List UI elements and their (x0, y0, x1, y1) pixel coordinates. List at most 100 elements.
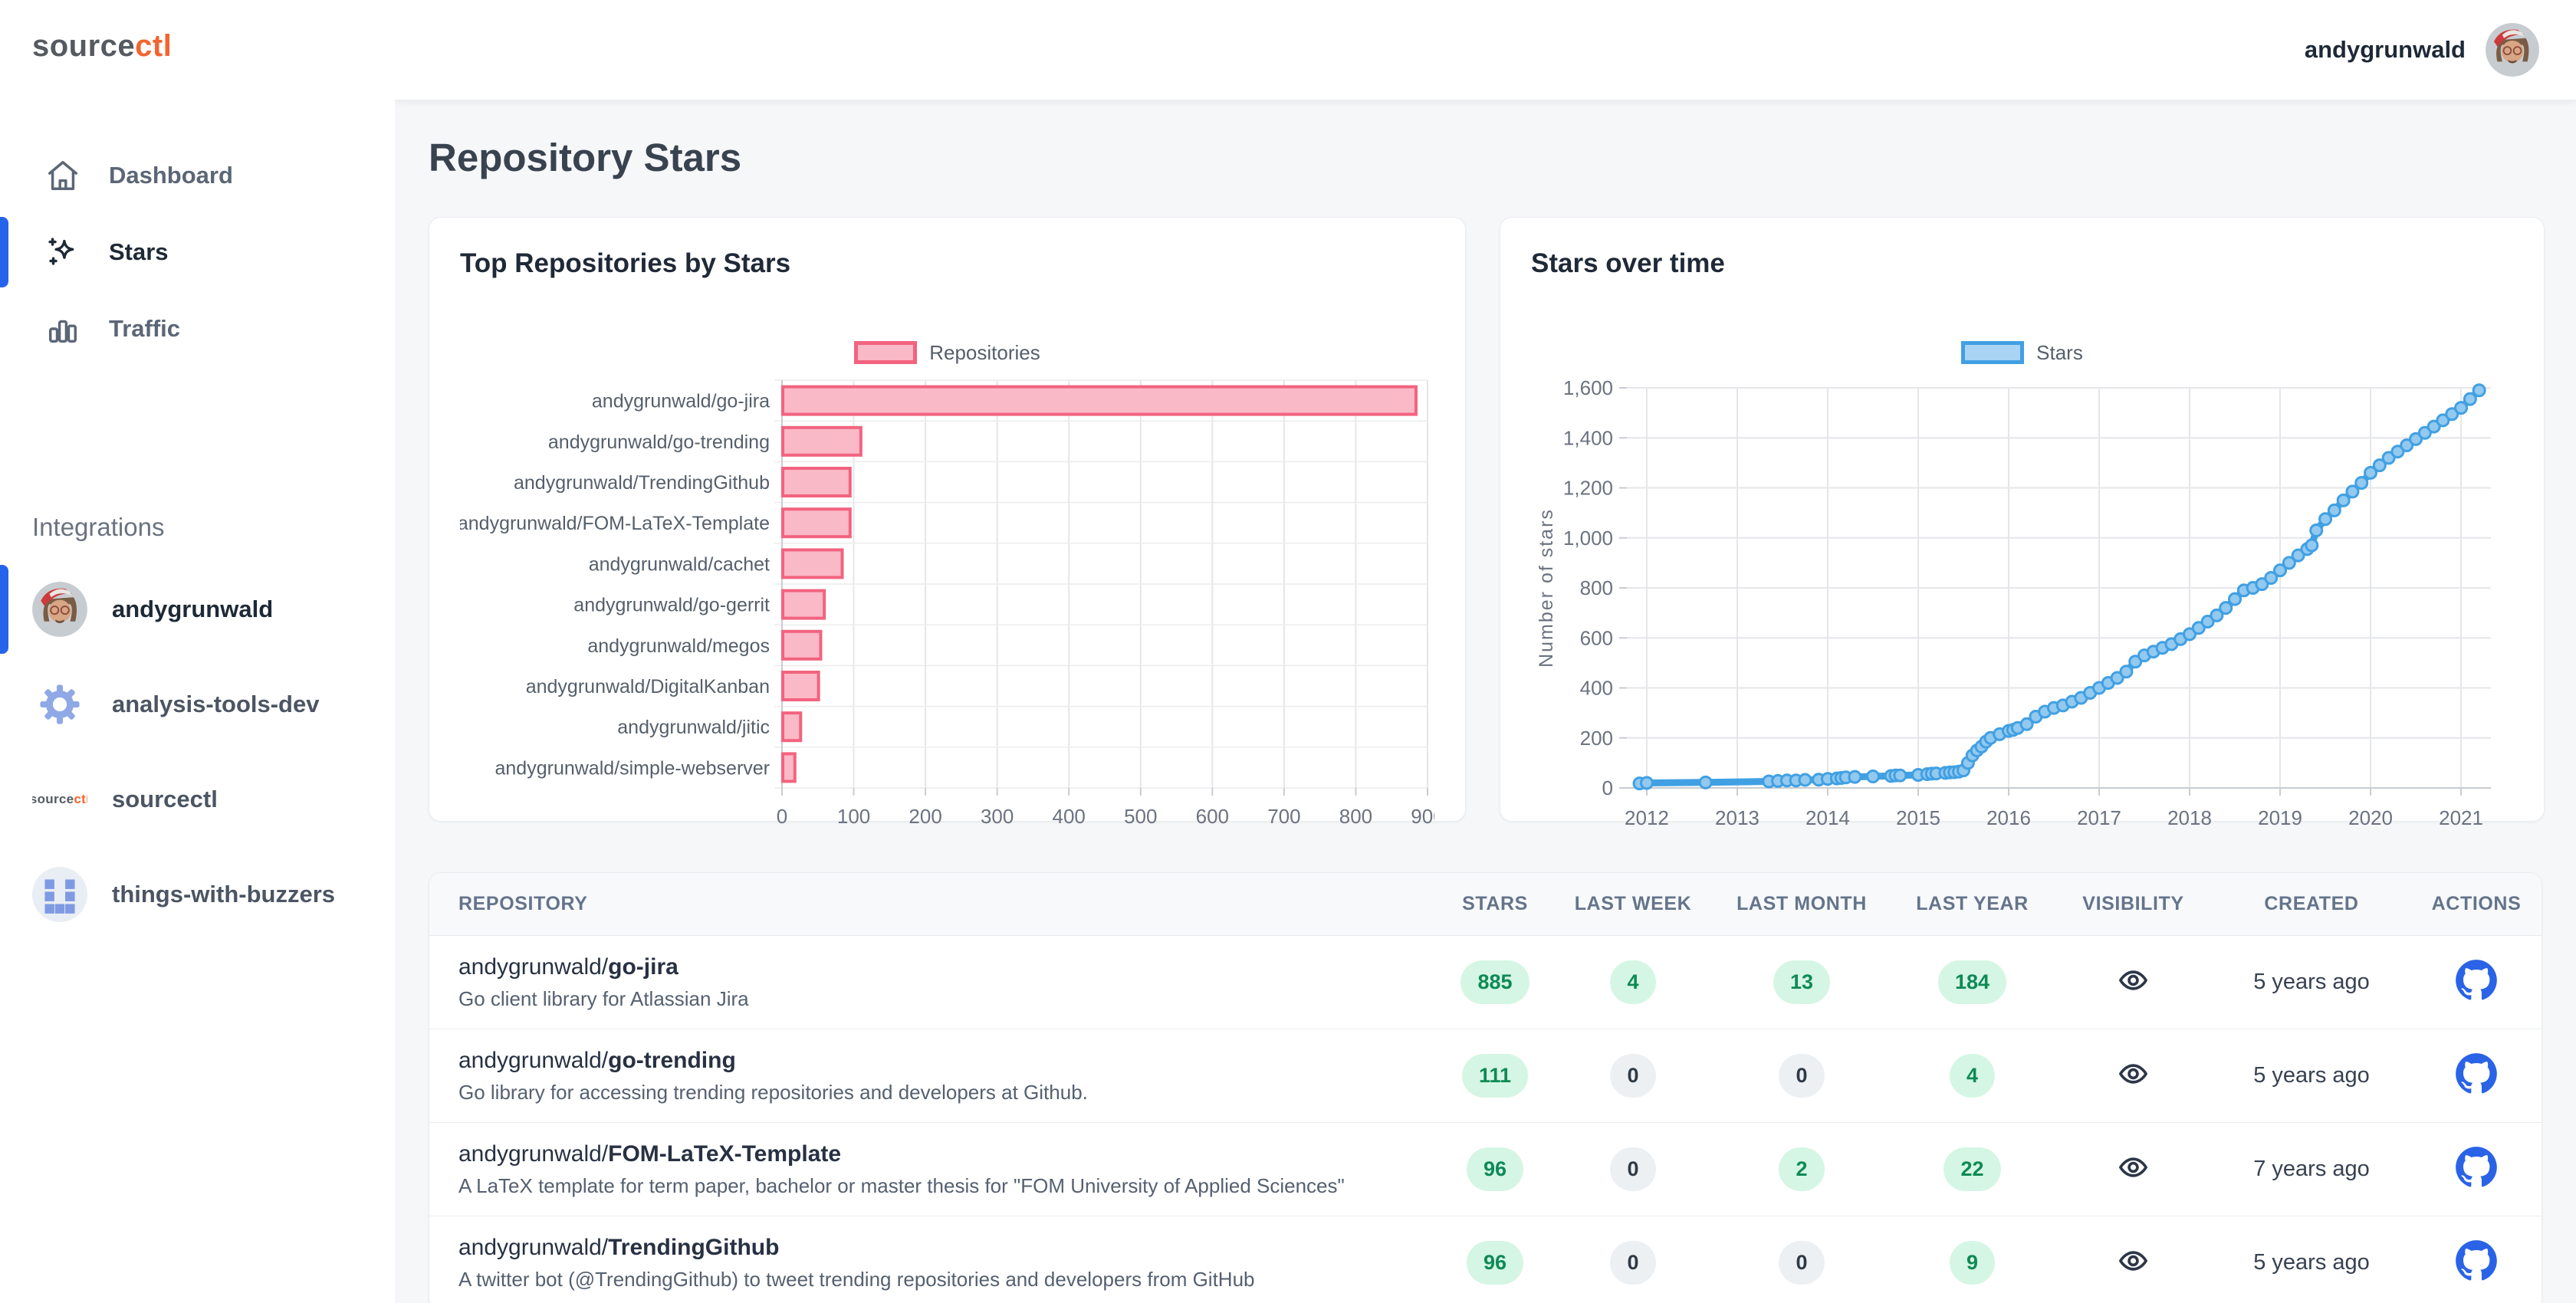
repo-description: Go client library for Atlassian Jira (458, 987, 1438, 1011)
app-root: sourcectl Dashboard (0, 0, 2576, 1303)
legend-label: Stars (2036, 341, 2083, 365)
integration-label: analysis-tools-dev (112, 691, 319, 718)
svg-text:400: 400 (1053, 805, 1086, 828)
main-column: andygrunwald Repository Stars Top Reposi… (395, 0, 2576, 1303)
svg-text:andygrunwald/simple-webserver: andygrunwald/simple-webserver (495, 757, 770, 779)
sidebar-item-label: Stars (109, 238, 169, 266)
col-last-year: Last year (1890, 893, 2055, 915)
svg-text:2020: 2020 (2348, 806, 2393, 829)
last-month-badge: 2 (1779, 1147, 1824, 1191)
repo-link[interactable]: andygrunwald/TrendingGithub (458, 1235, 1438, 1261)
svg-text:andygrunwald/go-gerrit: andygrunwald/go-gerrit (573, 595, 770, 616)
svg-text:1,400: 1,400 (1563, 426, 1613, 449)
svg-text:andygrunwald/go-jira: andygrunwald/go-jira (592, 391, 770, 412)
brand-logo-primary: source (32, 29, 135, 63)
bar-chart-legend: Repositories (460, 339, 1434, 366)
svg-text:2021: 2021 (2439, 806, 2483, 829)
last-week-badge: 0 (1610, 1054, 1655, 1098)
col-last-week: Last week (1552, 893, 1714, 915)
svg-text:2018: 2018 (2167, 806, 2212, 829)
svg-text:200: 200 (909, 805, 941, 828)
created-text: 7 years ago (2212, 1157, 2411, 1182)
last-month-badge: 0 (1779, 1054, 1824, 1098)
svg-text:andygrunwald/FOM-LaTeX-Templat: andygrunwald/FOM-LaTeX-Template (460, 513, 770, 534)
last-week-badge: 4 (1610, 960, 1655, 1004)
repo-link[interactable]: andygrunwald/go-trending (458, 1048, 1438, 1074)
github-link-icon[interactable] (2455, 1052, 2498, 1095)
github-link-icon[interactable] (2455, 1239, 2498, 1282)
visibility-eye-icon[interactable] (2115, 1151, 2151, 1183)
line-chart-card: Stars over time Stars 02004006008001,000… (1500, 217, 2545, 822)
last-year-badge: 4 (1950, 1054, 1995, 1098)
sidebar: sourcectl Dashboard (0, 0, 395, 1303)
last-month-badge: 0 (1779, 1241, 1824, 1285)
repo-cell: andygrunwald/go-jira Go client library f… (429, 954, 1438, 1011)
avatar-image (32, 582, 87, 637)
integration-item-things-with-buzzers[interactable]: things-with-buzzers (0, 847, 395, 942)
integration-item-andygrunwald[interactable]: andygrunwald (0, 562, 395, 657)
svg-text:2016: 2016 (1986, 806, 2031, 829)
bar-chart-title: Top Repositories by Stars (460, 248, 1434, 279)
line-chart-title: Stars over time (1531, 248, 2513, 279)
active-indicator (0, 565, 8, 654)
svg-text:andygrunwald/cachet: andygrunwald/cachet (589, 553, 770, 575)
brand-logo[interactable]: sourcectl (0, 29, 395, 64)
user-menu[interactable]: andygrunwald (2305, 23, 2539, 77)
stars-badge: 885 (1460, 960, 1529, 1004)
svg-text:andygrunwald/jitic: andygrunwald/jitic (617, 717, 770, 738)
sidebar-item-traffic[interactable]: Traffic (0, 290, 395, 367)
bar-chart-plot: 0100200300400500600700800900andygrunwald… (460, 374, 1434, 834)
legend-swatch (1961, 341, 2024, 364)
sidebar-item-stars[interactable]: Stars (0, 214, 395, 290)
visibility-eye-icon[interactable] (2115, 964, 2151, 996)
sidebar-item-dashboard[interactable]: Dashboard (0, 137, 395, 214)
svg-text:andygrunwald/DigitalKanban: andygrunwald/DigitalKanban (526, 676, 770, 697)
github-link-icon[interactable] (2455, 1146, 2498, 1189)
last-year-badge: 9 (1950, 1241, 1995, 1285)
svg-text:1,000: 1,000 (1563, 527, 1613, 550)
svg-text:0: 0 (1602, 776, 1613, 799)
repo-link[interactable]: andygrunwald/FOM-LaTeX-Template (458, 1141, 1438, 1167)
integration-label: things-with-buzzers (112, 881, 335, 908)
user-avatar[interactable] (2486, 23, 2539, 77)
repo-link[interactable]: andygrunwald/go-jira (458, 954, 1438, 980)
github-link-icon[interactable] (2455, 959, 2498, 1002)
svg-text:2017: 2017 (2077, 806, 2121, 829)
svg-text:2012: 2012 (1625, 806, 1669, 829)
col-last-month: Last month (1714, 893, 1890, 915)
integration-label: sourcectl (112, 786, 218, 813)
last-week-badge: 0 (1610, 1241, 1655, 1285)
stars-badge: 111 (1462, 1054, 1528, 1098)
visibility-eye-icon[interactable] (2115, 1058, 2151, 1090)
svg-text:2015: 2015 (1896, 806, 1940, 829)
bar-chart-icon (44, 310, 81, 347)
svg-text:100: 100 (837, 805, 870, 828)
svg-text:800: 800 (1339, 805, 1372, 828)
svg-text:500: 500 (1124, 805, 1157, 828)
last-week-badge: 0 (1610, 1147, 1655, 1191)
visibility-eye-icon[interactable] (2115, 1245, 2151, 1277)
repo-description: A twitter bot (@TrendingGithub) to tweet… (458, 1268, 1438, 1292)
stars-badge: 96 (1467, 1241, 1523, 1285)
svg-text:800: 800 (1580, 576, 1613, 599)
integration-item-analysis-tools-dev[interactable]: analysis-tools-dev (0, 657, 395, 752)
stars-badge: 96 (1467, 1147, 1523, 1191)
legend-swatch (854, 341, 917, 364)
table-row: andygrunwald/go-trending Go library for … (429, 1029, 2542, 1123)
svg-text:andygrunwald/megos: andygrunwald/megos (587, 635, 770, 657)
svg-text:600: 600 (1580, 626, 1613, 649)
last-month-badge: 13 (1773, 960, 1830, 1004)
bar-chart-card: Top Repositories by Stars Repositories 0… (429, 217, 1466, 822)
svg-text:Number of stars: Number of stars (1536, 508, 1557, 668)
svg-text:andygrunwald/go-trending: andygrunwald/go-trending (548, 432, 770, 453)
pixel-blocks-icon (32, 867, 87, 922)
page-content: Repository Stars Top Repositories by Sta… (395, 100, 2576, 1303)
col-created: Created (2212, 893, 2411, 915)
integration-item-sourcectl[interactable]: sourcectl sourcectl (0, 752, 395, 847)
repo-cell: andygrunwald/go-trending Go library for … (429, 1048, 1438, 1104)
line-chart-legend: Stars (1531, 339, 2513, 366)
svg-text:1,600: 1,600 (1563, 376, 1613, 399)
legend-label: Repositories (929, 341, 1040, 365)
sidebar-item-label: Traffic (109, 315, 180, 343)
svg-text:2013: 2013 (1715, 806, 1760, 829)
